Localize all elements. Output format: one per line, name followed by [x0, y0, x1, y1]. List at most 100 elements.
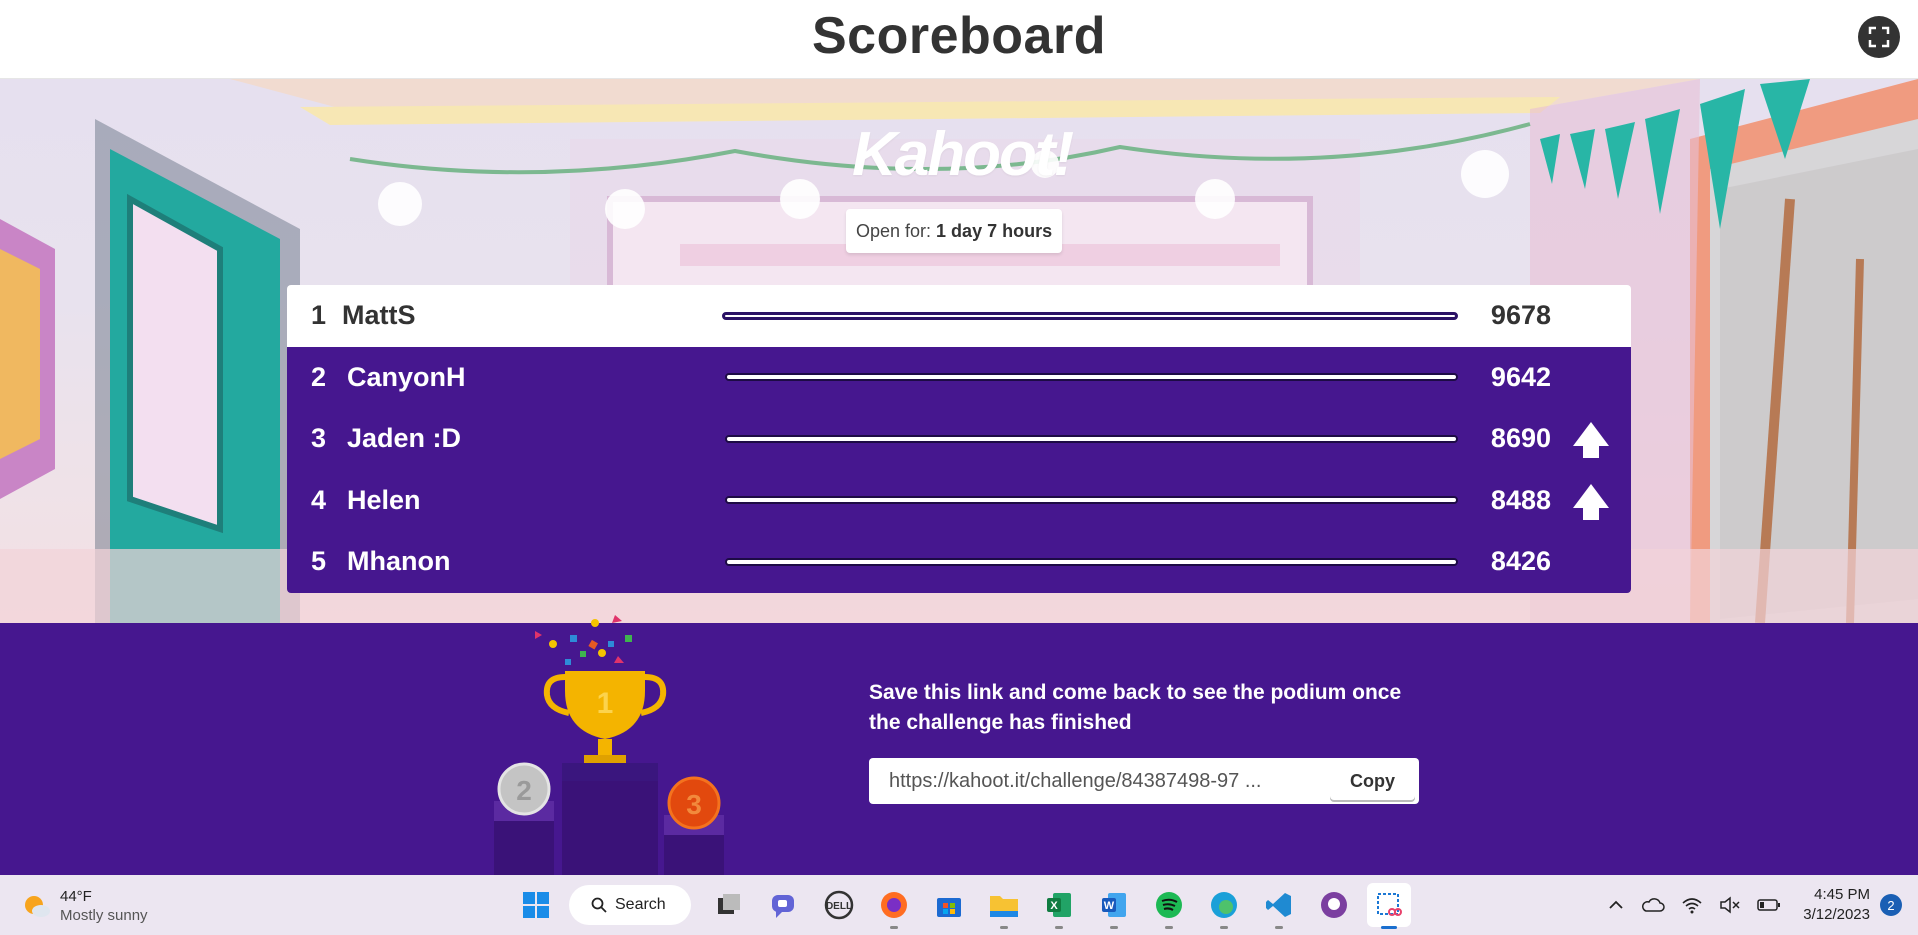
github-desktop-button[interactable]: [1312, 883, 1356, 927]
github-icon: [1321, 892, 1347, 918]
clock[interactable]: 4:45 PM 3/12/2023: [1803, 885, 1870, 925]
score: 8426: [1490, 546, 1551, 577]
vscode-icon: [1266, 893, 1291, 917]
clock-date: 3/12/2023: [1803, 906, 1870, 923]
clock-time: 4:45 PM: [1814, 886, 1870, 903]
running-indicator: [1220, 926, 1228, 929]
running-indicator: [890, 926, 898, 929]
arrow-up-icon: [1573, 483, 1609, 520]
taskbar-apps: Search DELL X W: [514, 883, 1422, 929]
rank: 2: [311, 361, 327, 392]
running-indicator: [1275, 926, 1283, 929]
vscode-button[interactable]: [1257, 883, 1301, 929]
running-indicator: [1055, 926, 1063, 929]
file-explorer-button[interactable]: [982, 883, 1026, 929]
search-label: Search: [615, 896, 666, 913]
folder-icon: [990, 896, 1018, 917]
task-view-icon: [718, 894, 740, 914]
player-name: Helen: [347, 484, 421, 515]
store-icon: [937, 898, 961, 917]
score: 8488: [1490, 484, 1551, 515]
score-bar: [725, 373, 1458, 382]
svg-text:DELL: DELL: [826, 901, 852, 912]
chat-icon: [772, 895, 794, 918]
player-name: MattS: [342, 300, 416, 331]
edge-icon: [1211, 892, 1237, 918]
challenge-link-box: https://kahoot.it/challenge/84387498-97 …: [869, 758, 1419, 804]
third-place-label: 3: [686, 789, 702, 820]
scoreboard-row: 2 CanyonH 9642: [287, 346, 1631, 408]
weather-temp: 44°F: [60, 888, 92, 905]
arrow-up-icon: [1573, 422, 1609, 458]
running-indicator: [1165, 926, 1173, 929]
scoreboard: 1 MattS 9678 2 CanyonH 9642 3 Jaden :D 8…: [287, 285, 1631, 593]
player-name: Mhanon: [347, 546, 451, 577]
fullscreen-button[interactable]: [1858, 16, 1900, 58]
open-for-label: Open for:: [856, 220, 932, 241]
scoreboard-row: 4 Helen 8488: [287, 469, 1631, 531]
rank: 3: [311, 423, 327, 454]
podium-section: 1 2 3 Save this link and come back to se…: [0, 615, 1918, 875]
open-for-value: 1 day 7 hours: [936, 220, 1053, 241]
partly-sunny-icon: [25, 896, 50, 917]
scoreboard-row: 5 Mhanon 8426: [287, 531, 1631, 593]
weather-widget[interactable]: 44°F Mostly sunny: [22, 887, 148, 925]
wifi-icon: [1682, 898, 1702, 914]
taskbar-search[interactable]: Search: [569, 885, 691, 925]
scoreboard-row: 3 Jaden :D 8690: [287, 408, 1631, 470]
teams-chat-button[interactable]: [762, 883, 806, 927]
copy-button[interactable]: Copy: [1330, 762, 1415, 800]
score-bar: [725, 434, 1458, 443]
cloud-icon: [1642, 898, 1666, 912]
onedrive-button[interactable]: [1641, 896, 1666, 914]
firefox-button[interactable]: [872, 883, 916, 929]
word-icon: W: [1102, 893, 1126, 917]
fullscreen-icon: [1868, 26, 1890, 48]
battery-icon: [1757, 899, 1781, 911]
edge-button[interactable]: [1202, 883, 1246, 929]
snipping-tool-icon: [1377, 893, 1402, 916]
windows-icon: [523, 892, 549, 918]
svg-text:W: W: [1104, 900, 1115, 912]
first-place-label: 1: [597, 687, 614, 720]
snipping-tool-button[interactable]: [1367, 883, 1411, 929]
kahoot-logo: Kahoot!: [852, 120, 1074, 189]
task-view-button[interactable]: [707, 883, 751, 927]
volume-button[interactable]: [1719, 896, 1741, 914]
player-name: CanyonH: [347, 361, 466, 392]
header: Scoreboard: [0, 0, 1918, 79]
search-icon: [591, 897, 607, 913]
rank: 4: [311, 484, 327, 515]
excel-button[interactable]: X: [1037, 883, 1081, 929]
challenge-link[interactable]: https://kahoot.it/challenge/84387498-97 …: [869, 770, 1330, 793]
show-hidden-icons-button[interactable]: [1607, 896, 1625, 914]
rank: 5: [311, 546, 327, 577]
volume-muted-icon: [1720, 896, 1740, 914]
spotify-icon: [1156, 892, 1182, 918]
scoreboard-row: 1 MattS 9678: [287, 285, 1631, 347]
page-title: Scoreboard: [812, 7, 1106, 65]
dell-button[interactable]: DELL: [817, 883, 861, 927]
score: 9678: [1490, 300, 1551, 331]
notification-badge[interactable]: 2: [1880, 894, 1902, 916]
dell-icon: DELL: [824, 890, 854, 920]
spotify-button[interactable]: [1147, 883, 1191, 929]
battery-button[interactable]: [1757, 898, 1781, 912]
player-name: Jaden :D: [347, 423, 462, 454]
score: 8690: [1490, 423, 1551, 454]
podium-illustration: 1 2 3: [494, 615, 724, 875]
svg-text:X: X: [1050, 900, 1058, 912]
running-indicator: [1110, 926, 1118, 929]
start-button[interactable]: [514, 883, 558, 927]
taskbar: 44°F Mostly sunny Search DELL X W 4:45 P…: [0, 875, 1918, 935]
second-place-label: 2: [516, 775, 532, 806]
weather-condition: Mostly sunny: [60, 907, 148, 924]
score-bar: [725, 496, 1458, 505]
open-for-badge: Open for: 1 day 7 hours: [846, 209, 1063, 253]
store-button[interactable]: [927, 883, 971, 927]
firefox-icon: [881, 892, 907, 918]
excel-icon: X: [1047, 893, 1071, 917]
score-bar: [722, 311, 1458, 320]
word-button[interactable]: W: [1092, 883, 1136, 929]
wifi-button[interactable]: [1681, 896, 1703, 914]
